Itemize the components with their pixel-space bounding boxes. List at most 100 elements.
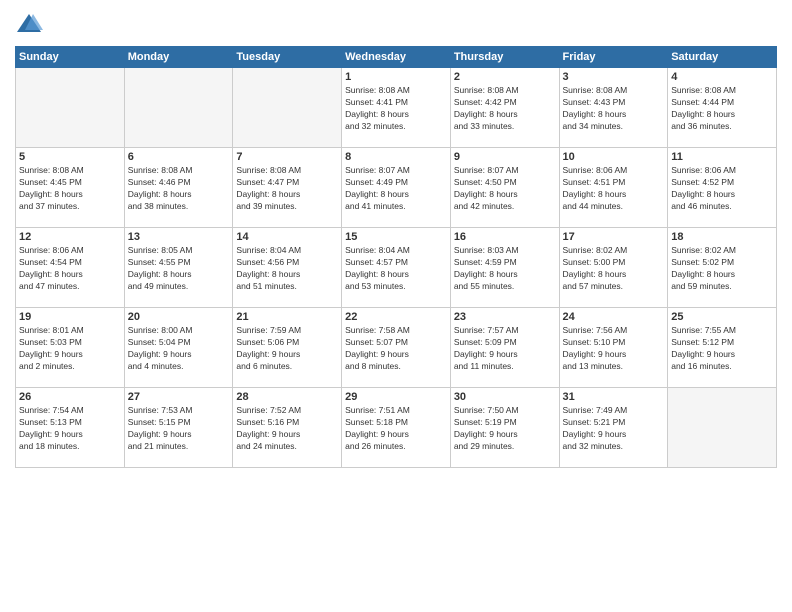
day-cell: 24 Sunrise: 7:56 AM Sunset: 5:10 PM Dayli… [559, 308, 668, 388]
day-cell: 2Sunrise: 8:08 AM Sunset: 4:42 PM Daylig… [450, 68, 559, 148]
day-number: 11 [671, 151, 773, 163]
day-cell [124, 68, 233, 148]
day-info: Sunrise: 8:04 AM Sunset: 4:57 PM Dayligh… [345, 245, 447, 293]
day-header-monday: Monday [124, 47, 233, 68]
day-cell: 10 Sunrise: 8:06 AM Sunset: 4:51 PM Dayli… [559, 148, 668, 228]
day-number: 24 [563, 311, 665, 323]
day-info: Sunrise: 7:50 AM Sunset: 5:19 PM Dayligh… [454, 405, 556, 453]
day-cell: 30 Sunrise: 7:50 AM Sunset: 5:19 PM Dayli… [450, 388, 559, 468]
day-number: 1 [345, 71, 447, 83]
day-header-tuesday: Tuesday [233, 47, 342, 68]
day-cell: 17 Sunrise: 8:02 AM Sunset: 5:00 PM Dayli… [559, 228, 668, 308]
week-row-1: 1 Sunrise: 8:08 AM Sunset: 4:41 PM Daylig… [16, 68, 777, 148]
day-number: 15 [345, 231, 447, 243]
day-info: Sunrise: 8:01 AM Sunset: 5:03 PM Dayligh… [19, 325, 121, 373]
day-number: 12 [19, 231, 121, 243]
day-cell: 13 Sunrise: 8:05 AM Sunset: 4:55 PM Dayli… [124, 228, 233, 308]
day-cell [668, 388, 777, 468]
day-number: 13 [128, 231, 230, 243]
day-header-friday: Friday [559, 47, 668, 68]
calendar-header: SundayMondayTuesdayWednesdayThursdayFrid… [16, 47, 777, 68]
day-cell [233, 68, 342, 148]
day-cell: 21 Sunrise: 7:59 AM Sunset: 5:06 PM Dayli… [233, 308, 342, 388]
week-row-3: 12 Sunrise: 8:06 AM Sunset: 4:54 PM Dayli… [16, 228, 777, 308]
day-info: Sunrise: 8:08 AM Sunset: 4:44 PM Dayligh… [671, 85, 773, 133]
day-info: Sunrise: 8:02 AM Sunset: 5:02 PM Dayligh… [671, 245, 773, 293]
week-row-4: 19 Sunrise: 8:01 AM Sunset: 5:03 PM Dayli… [16, 308, 777, 388]
day-cell: 29Sunrise: 7:51 AM Sunset: 5:18 PM Dayli… [342, 388, 451, 468]
logo-icon [15, 10, 43, 38]
day-cell: 20Sunrise: 8:00 AM Sunset: 5:04 PM Dayli… [124, 308, 233, 388]
day-header-saturday: Saturday [668, 47, 777, 68]
day-info: Sunrise: 8:06 AM Sunset: 4:52 PM Dayligh… [671, 165, 773, 213]
calendar-body: 1 Sunrise: 8:08 AM Sunset: 4:41 PM Daylig… [16, 68, 777, 468]
day-info: Sunrise: 8:08 AM Sunset: 4:43 PM Dayligh… [563, 85, 665, 133]
day-number: 6 [128, 151, 230, 163]
header [15, 10, 777, 38]
logo [15, 10, 47, 38]
day-cell: 1 Sunrise: 8:08 AM Sunset: 4:41 PM Daylig… [342, 68, 451, 148]
day-number: 22 [345, 311, 447, 323]
day-number: 19 [19, 311, 121, 323]
day-info: Sunrise: 8:07 AM Sunset: 4:50 PM Dayligh… [454, 165, 556, 213]
day-cell: 8 Sunrise: 8:07 AM Sunset: 4:49 PM Daylig… [342, 148, 451, 228]
day-cell: 4 Sunrise: 8:08 AM Sunset: 4:44 PM Daylig… [668, 68, 777, 148]
day-info: Sunrise: 8:06 AM Sunset: 4:51 PM Dayligh… [563, 165, 665, 213]
header-row: SundayMondayTuesdayWednesdayThursdayFrid… [16, 47, 777, 68]
week-row-5: 26 Sunrise: 7:54 AM Sunset: 5:13 PM Dayli… [16, 388, 777, 468]
day-number: 31 [563, 391, 665, 403]
day-info: Sunrise: 8:06 AM Sunset: 4:54 PM Dayligh… [19, 245, 121, 293]
day-cell: 6 Sunrise: 8:08 AM Sunset: 4:46 PM Daylig… [124, 148, 233, 228]
day-cell: 31 Sunrise: 7:49 AM Sunset: 5:21 PM Dayli… [559, 388, 668, 468]
day-number: 8 [345, 151, 447, 163]
day-info: Sunrise: 7:58 AM Sunset: 5:07 PM Dayligh… [345, 325, 447, 373]
day-number: 4 [671, 71, 773, 83]
day-number: 23 [454, 311, 556, 323]
day-info: Sunrise: 8:02 AM Sunset: 5:00 PM Dayligh… [563, 245, 665, 293]
day-info: Sunrise: 8:08 AM Sunset: 4:47 PM Dayligh… [236, 165, 338, 213]
day-header-wednesday: Wednesday [342, 47, 451, 68]
day-number: 10 [563, 151, 665, 163]
day-info: Sunrise: 7:59 AM Sunset: 5:06 PM Dayligh… [236, 325, 338, 373]
day-cell: 9 Sunrise: 8:07 AM Sunset: 4:50 PM Daylig… [450, 148, 559, 228]
day-cell: 27 Sunrise: 7:53 AM Sunset: 5:15 PM Dayli… [124, 388, 233, 468]
day-info: Sunrise: 7:56 AM Sunset: 5:10 PM Dayligh… [563, 325, 665, 373]
day-cell: 26 Sunrise: 7:54 AM Sunset: 5:13 PM Dayli… [16, 388, 125, 468]
day-info: Sunrise: 7:53 AM Sunset: 5:15 PM Dayligh… [128, 405, 230, 453]
day-number: 17 [563, 231, 665, 243]
day-number: 9 [454, 151, 556, 163]
day-cell [16, 68, 125, 148]
day-number: 3 [563, 71, 665, 83]
day-number: 5 [19, 151, 121, 163]
day-cell: 28Sunrise: 7:52 AM Sunset: 5:16 PM Dayli… [233, 388, 342, 468]
day-cell: 25Sunrise: 7:55 AM Sunset: 5:12 PM Dayli… [668, 308, 777, 388]
day-number: 21 [236, 311, 338, 323]
day-info: Sunrise: 8:08 AM Sunset: 4:41 PM Dayligh… [345, 85, 447, 133]
calendar-table: SundayMondayTuesdayWednesdayThursdayFrid… [15, 46, 777, 468]
day-number: 26 [19, 391, 121, 403]
day-info: Sunrise: 8:08 AM Sunset: 4:46 PM Dayligh… [128, 165, 230, 213]
day-cell: 14 Sunrise: 8:04 AM Sunset: 4:56 PM Dayli… [233, 228, 342, 308]
day-cell: 12 Sunrise: 8:06 AM Sunset: 4:54 PM Dayli… [16, 228, 125, 308]
day-number: 29 [345, 391, 447, 403]
day-info: Sunrise: 8:00 AM Sunset: 5:04 PM Dayligh… [128, 325, 230, 373]
day-info: Sunrise: 8:07 AM Sunset: 4:49 PM Dayligh… [345, 165, 447, 213]
week-row-2: 5Sunrise: 8:08 AM Sunset: 4:45 PM Daylig… [16, 148, 777, 228]
day-number: 30 [454, 391, 556, 403]
day-info: Sunrise: 7:54 AM Sunset: 5:13 PM Dayligh… [19, 405, 121, 453]
page: SundayMondayTuesdayWednesdayThursdayFrid… [0, 0, 792, 612]
day-info: Sunrise: 8:08 AM Sunset: 4:42 PM Dayligh… [454, 85, 556, 133]
day-number: 28 [236, 391, 338, 403]
day-info: Sunrise: 8:04 AM Sunset: 4:56 PM Dayligh… [236, 245, 338, 293]
day-header-thursday: Thursday [450, 47, 559, 68]
day-number: 14 [236, 231, 338, 243]
day-header-sunday: Sunday [16, 47, 125, 68]
day-cell: 23Sunrise: 7:57 AM Sunset: 5:09 PM Dayli… [450, 308, 559, 388]
day-number: 27 [128, 391, 230, 403]
day-number: 7 [236, 151, 338, 163]
day-info: Sunrise: 8:03 AM Sunset: 4:59 PM Dayligh… [454, 245, 556, 293]
day-info: Sunrise: 7:49 AM Sunset: 5:21 PM Dayligh… [563, 405, 665, 453]
day-info: Sunrise: 8:05 AM Sunset: 4:55 PM Dayligh… [128, 245, 230, 293]
day-number: 25 [671, 311, 773, 323]
day-cell: 19 Sunrise: 8:01 AM Sunset: 5:03 PM Dayli… [16, 308, 125, 388]
